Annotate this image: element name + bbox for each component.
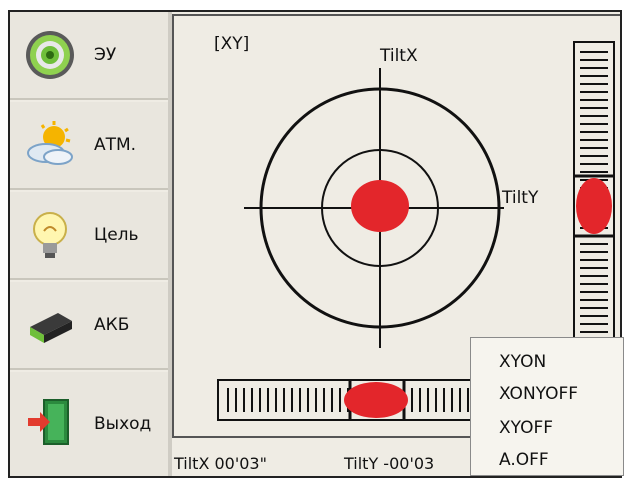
vertical-tilt-gauge bbox=[573, 41, 615, 347]
lightbulb-icon bbox=[33, 212, 67, 258]
sidebar-item-label: Цель bbox=[94, 225, 139, 245]
tilt-y-readout: TiltY -00'03 bbox=[344, 454, 435, 473]
sidebar-item-exit[interactable]: Выход bbox=[10, 372, 168, 476]
sidebar-item-atm[interactable]: АТМ. bbox=[10, 102, 168, 190]
battery-icon bbox=[30, 313, 72, 343]
sidebar: ЭУ АТМ. Цель АКБ Выход bbox=[10, 12, 170, 476]
sidebar-item-eu[interactable]: ЭУ bbox=[10, 12, 168, 100]
y-bubble bbox=[576, 178, 612, 234]
x-bubble bbox=[344, 382, 408, 418]
xy-bubble bbox=[351, 180, 409, 232]
menu-item-xyoff[interactable]: XYOFF bbox=[499, 418, 553, 438]
weather-icon bbox=[27, 121, 73, 165]
menu-item-xyon[interactable]: XYON bbox=[499, 352, 546, 372]
app-frame: ЭУ АТМ. Цель АКБ Выход [XY] TiltX TiltY … bbox=[8, 10, 624, 478]
sidebar-item-label: АТМ. bbox=[94, 135, 137, 155]
exit-door-icon bbox=[28, 399, 69, 445]
target-sensor-icon bbox=[26, 31, 74, 79]
menu-item-aoff[interactable]: A.OFF bbox=[499, 450, 549, 470]
compensator-menu: XYON XONYOFF XYOFF A.OFF bbox=[470, 337, 624, 476]
horizontal-tilt-gauge bbox=[217, 379, 509, 421]
sidebar-item-target[interactable]: Цель bbox=[10, 192, 168, 280]
tilt-x-readout: TiltX 00'03" bbox=[174, 454, 267, 473]
sidebar-item-label: АКБ bbox=[94, 315, 130, 335]
menu-item-xonyoff[interactable]: XONYOFF bbox=[499, 384, 578, 404]
sidebar-item-label: Выход bbox=[94, 414, 152, 434]
sidebar-item-label: ЭУ bbox=[94, 45, 117, 65]
sidebar-item-battery[interactable]: АКБ bbox=[10, 282, 168, 370]
